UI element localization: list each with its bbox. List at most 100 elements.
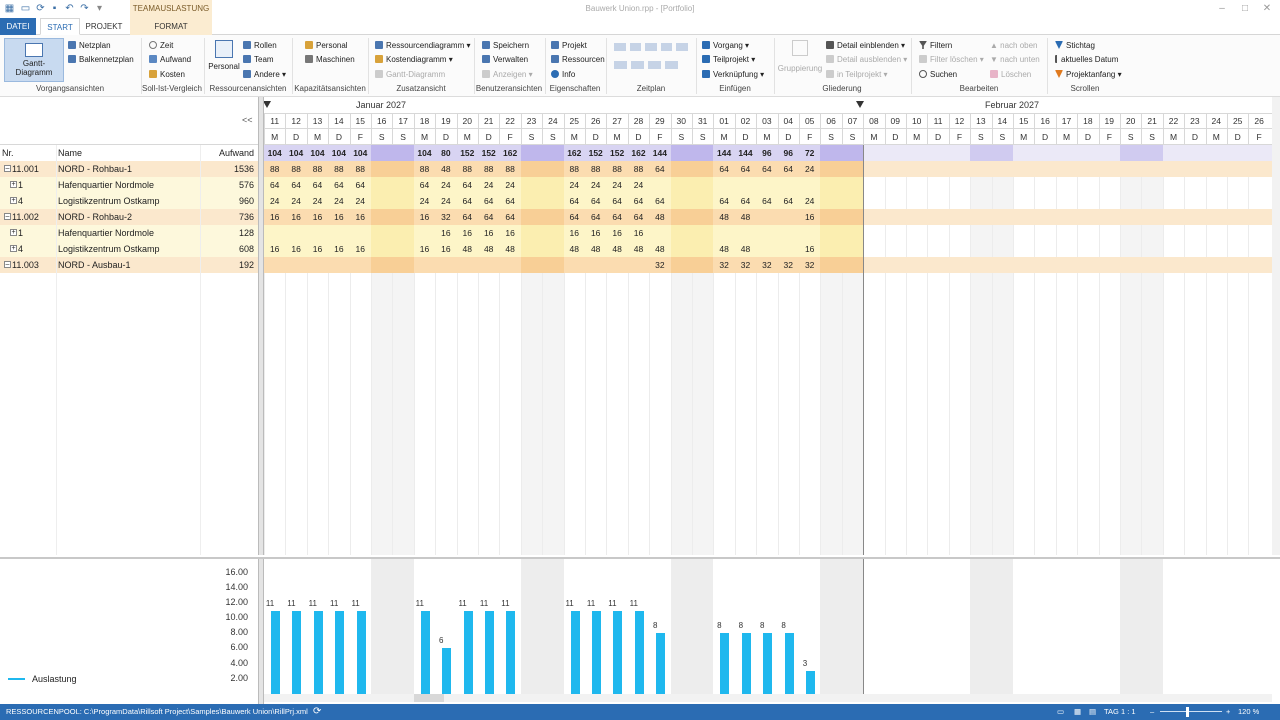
weekday-label: S: [999, 132, 1006, 142]
view-calendar-icon[interactable]: ▤: [1089, 704, 1096, 720]
table-row[interactable]: +1 Hafenquartier Nordmole 576: [0, 177, 258, 193]
status-bar: RESSOURCENPOOL: C:\ProgramData\Rillsoft …: [0, 704, 1280, 720]
andere-button[interactable]: Andere ▾: [243, 69, 286, 81]
summary-value: 162: [631, 148, 646, 158]
aufwand-button[interactable]: Aufwand: [149, 54, 191, 66]
projekt-button[interactable]: Projekt: [551, 40, 587, 52]
expand-icon[interactable]: +: [10, 181, 17, 188]
percent-75-icon[interactable]: [660, 43, 673, 51]
stichtag-button[interactable]: Stichtag: [1055, 40, 1095, 52]
zoom-out-icon[interactable]: –: [1150, 704, 1154, 720]
expand-icon[interactable]: +: [10, 229, 17, 236]
col-nr-header[interactable]: Nr.: [2, 145, 62, 161]
maschinen-button[interactable]: Maschinen: [305, 54, 355, 66]
day-number: 11: [270, 116, 280, 126]
weekday-label: S: [1149, 132, 1155, 142]
workload-value: 48: [655, 244, 665, 254]
view-grid-icon[interactable]: ▦: [1074, 704, 1081, 720]
day-divider: [1077, 113, 1079, 145]
table-row[interactable]: +4 Logistikzentrum Ostkamp 608: [0, 241, 258, 257]
table-row[interactable]: –11.001 NORD - Rohbau-1 1536: [0, 161, 258, 177]
kostendiagramm-button[interactable]: Kostendiagramm ▾: [375, 54, 453, 66]
expand-icon[interactable]: +: [10, 197, 17, 204]
unlink-icon[interactable]: [631, 61, 644, 69]
kosten-button[interactable]: Kosten: [149, 69, 185, 81]
teilprojekt-button[interactable]: Teilprojekt ▾: [702, 54, 755, 66]
table-row[interactable]: +1 Hafenquartier Nordmole 128: [0, 225, 258, 241]
zoom-in-icon[interactable]: +: [1226, 704, 1230, 720]
workload-value: 16: [633, 228, 644, 238]
table-row[interactable]: –11.002 NORD - Rohbau-2 736: [0, 209, 258, 225]
day-divider: [1141, 113, 1143, 145]
col-aufwand-header[interactable]: Aufwand: [200, 145, 254, 161]
col-name-header[interactable]: Name: [58, 145, 208, 161]
ressourcen-button[interactable]: Ressourcen: [551, 54, 605, 66]
zoom-slider[interactable]: [1160, 711, 1222, 712]
percent-50-icon[interactable]: [645, 43, 657, 51]
tab-format[interactable]: FORMAT: [130, 18, 212, 35]
expand-icon[interactable]: –: [4, 213, 11, 220]
detail-einblenden-button[interactable]: Detail einblenden ▾: [826, 40, 905, 52]
expand-icon[interactable]: –: [4, 165, 11, 172]
vertical-scrollbar[interactable]: [1272, 97, 1280, 555]
kap-personal-button[interactable]: Personal: [305, 40, 348, 52]
gantt-button[interactable]: Gantt-Diagramm: [4, 38, 64, 82]
workload-value: 16: [804, 244, 815, 254]
zeit-button[interactable]: Zeit: [149, 40, 173, 52]
weekend-cell: [542, 241, 564, 257]
day-number: 16: [1040, 116, 1050, 126]
task-aufwand: 608: [238, 244, 254, 254]
link-icon[interactable]: [614, 61, 627, 69]
horizontal-scrollbar[interactable]: [264, 694, 1272, 702]
netzplan-button[interactable]: Netzplan: [68, 40, 111, 52]
projektanfang-button[interactable]: Projektanfang ▾: [1055, 69, 1122, 81]
verwalten-button[interactable]: Verwalten: [482, 54, 528, 66]
close-icon[interactable]: ✕: [1260, 3, 1274, 15]
outdent-icon[interactable]: [665, 61, 678, 69]
minimize-icon[interactable]: –: [1215, 3, 1229, 15]
chart-weekend-band: [371, 559, 393, 694]
table-row[interactable]: –11.003 NORD - Ausbau-1 192: [0, 257, 258, 273]
summary-value: 104: [417, 148, 432, 158]
zoom-slider-thumb[interactable]: [1186, 707, 1189, 717]
verknuepfung-button[interactable]: Verknüpfung ▾: [702, 69, 764, 81]
day-number: 17: [1061, 116, 1072, 126]
workload-bar: [335, 610, 345, 694]
nach-unten-label: nach unten: [1000, 55, 1040, 64]
view-normal-icon[interactable]: ▭: [1057, 704, 1064, 720]
table-row[interactable]: +4 Logistikzentrum Ostkamp 960: [0, 193, 258, 209]
indent-icon[interactable]: [648, 61, 661, 69]
percent-25-icon[interactable]: [629, 43, 642, 51]
percent-0-icon[interactable]: [614, 43, 626, 51]
suchen-button[interactable]: Suchen: [919, 69, 957, 81]
summary-value: 104: [310, 148, 325, 158]
tab-start[interactable]: START: [40, 18, 80, 35]
info-button[interactable]: Info: [551, 69, 575, 81]
vorgang-button[interactable]: Vorgang ▾: [702, 40, 749, 52]
percent-100-icon[interactable]: [676, 43, 688, 51]
collapse-table-button[interactable]: <<: [242, 115, 253, 125]
team-button[interactable]: Team: [243, 54, 274, 66]
workload-value: 24: [355, 196, 366, 206]
filtern-button[interactable]: Filtern: [919, 40, 952, 52]
group-soll-ist: Soll-Ist-Vergleich: [141, 84, 203, 93]
ressourcendiagramm-button[interactable]: Ressourcendiagramm ▾: [375, 40, 471, 52]
expand-icon[interactable]: +: [10, 245, 17, 252]
rollen-button[interactable]: Rollen: [243, 40, 277, 52]
scroll-thumb[interactable]: [414, 694, 444, 702]
maximize-icon[interactable]: □: [1238, 3, 1252, 15]
tab-file[interactable]: DATEI: [0, 18, 36, 35]
day-number: 20: [462, 116, 473, 126]
balkennetzplan-button[interactable]: Balkennetzplan: [68, 54, 134, 66]
expand-icon[interactable]: –: [4, 261, 11, 268]
bar-label: 3: [802, 659, 808, 669]
tab-project[interactable]: PROJEKT: [84, 18, 124, 35]
andere-icon: [243, 70, 251, 78]
day-divider: [841, 113, 843, 145]
aktuelles-datum-button[interactable]: aktuelles Datum: [1055, 54, 1118, 66]
task-rows: –11.001 NORD - Rohbau-1 1536 +1 Hafenquartie…: [0, 145, 258, 555]
refresh-status-icon[interactable]: ⟳: [313, 704, 321, 720]
chart-weekend-band: [991, 559, 1013, 694]
personal-big-button[interactable]: Personal: [207, 40, 241, 80]
speichern-button[interactable]: Speichern: [482, 40, 529, 52]
